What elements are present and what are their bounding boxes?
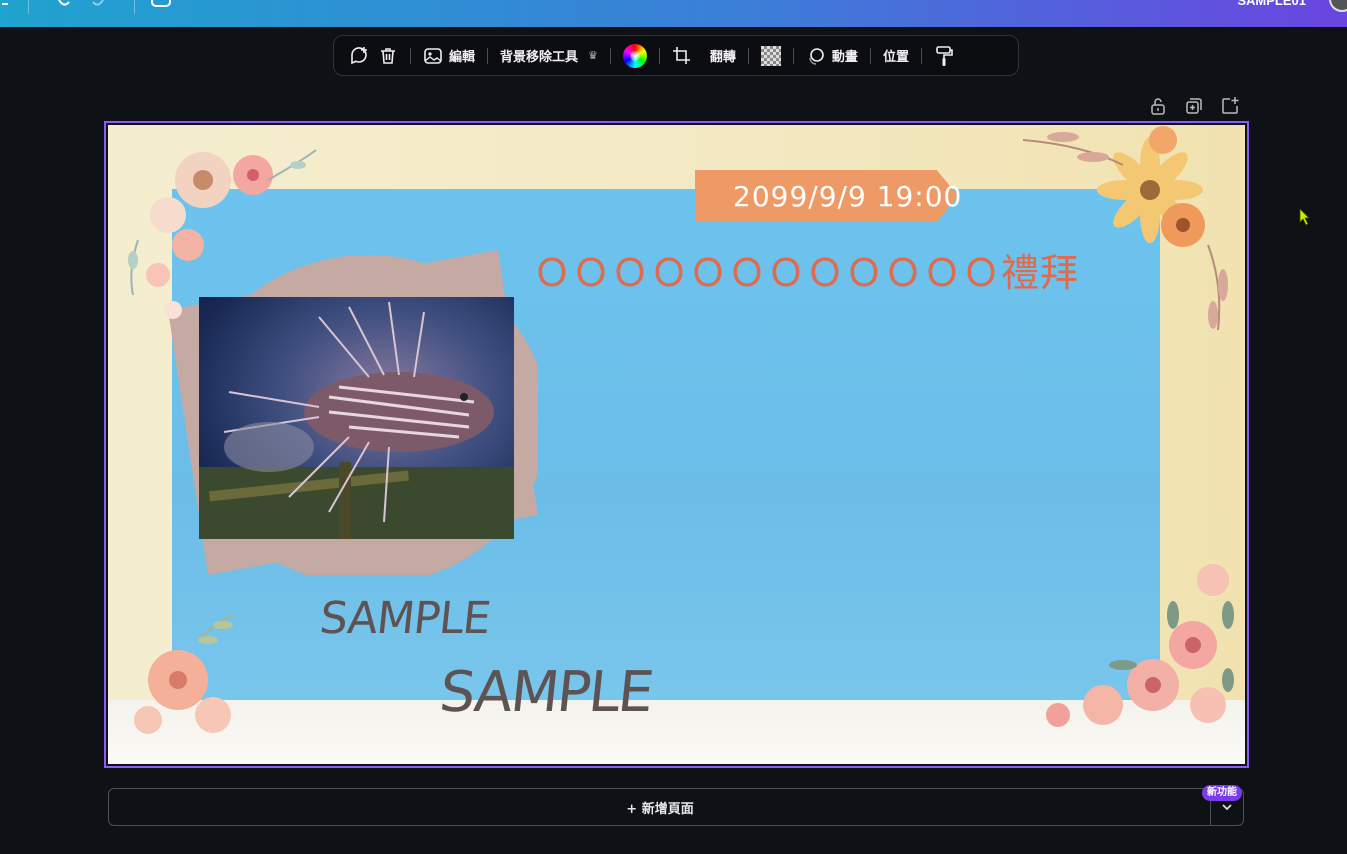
date-text[interactable]: 2099/9/9 19:00 (733, 180, 962, 213)
comment-add-icon (351, 46, 367, 64)
background-remover-label: 背景移除工具 (500, 50, 579, 65)
color-wheel-icon (622, 43, 647, 68)
position-button[interactable]: 位置 (879, 41, 913, 71)
divider (134, 0, 135, 14)
edit-label: 編輯 (449, 50, 476, 65)
image-edit-icon (424, 47, 442, 64)
page-actions (1148, 96, 1240, 116)
element-toolbar: 編輯 背景移除工具 ♛ 翻轉 動畫 位置 (333, 35, 1019, 76)
paint-roller-icon (936, 45, 953, 66)
duplicate-page-icon[interactable] (1184, 96, 1204, 116)
chevron-down-icon (1222, 804, 1232, 811)
flower-decoration-bottom-left[interactable] (118, 610, 248, 750)
new-feature-badge: 新功能 (1202, 785, 1242, 801)
menu-icon[interactable] (2, 0, 10, 8)
copy-style-button[interactable] (930, 41, 958, 71)
sample-text-1[interactable]: SAMPLE (317, 593, 492, 644)
flip-button[interactable]: 翻轉 (696, 41, 740, 71)
color-button[interactable] (619, 41, 651, 71)
edit-button[interactable]: 編輯 (419, 41, 479, 71)
position-label: 位置 (882, 50, 909, 65)
divider (747, 47, 749, 64)
crop-button[interactable] (668, 41, 696, 71)
add-page-icon[interactable] (1220, 96, 1240, 116)
animate-button[interactable]: 動畫 (802, 41, 862, 71)
flip-label: 翻轉 (709, 50, 736, 65)
user-name[interactable]: SAMPLE01 (1237, 0, 1306, 8)
divider (920, 47, 922, 64)
animate-label: 動畫 (831, 50, 858, 65)
design-canvas[interactable]: 2099/9/9 19:00 ＯＯＯＯＯＯＯＯＯＯＯＯ禮拜 SAMPLE SAM… (108, 125, 1245, 764)
divider (487, 47, 489, 64)
save-icon[interactable] (150, 0, 172, 8)
crop-icon (672, 46, 690, 64)
divider (869, 47, 871, 64)
event-title[interactable]: ＯＯＯＯＯＯＯＯＯＯＯＯ禮拜 (533, 242, 1079, 297)
trash-icon (381, 47, 395, 64)
animation-icon (809, 47, 824, 65)
divider (658, 47, 660, 64)
sample-text-2[interactable]: SAMPLE (437, 660, 655, 725)
background-remover-button[interactable]: 背景移除工具 ♛ (496, 41, 602, 71)
flower-decoration-bottom-right[interactable] (1033, 555, 1245, 750)
divider (410, 47, 411, 64)
lock-icon[interactable] (1148, 96, 1168, 116)
divider (28, 0, 29, 14)
crown-icon: ♛ (588, 49, 598, 62)
top-bar: SAMPLE01 (0, 0, 1347, 27)
flower-decoration-top-left[interactable] (118, 140, 318, 350)
transparency-button[interactable] (757, 41, 785, 71)
transparency-icon (760, 45, 781, 66)
avatar[interactable] (1329, 0, 1347, 12)
undo-icon[interactable] (58, 0, 70, 8)
divider (609, 47, 611, 64)
divider (792, 47, 794, 64)
mouse-cursor-icon (1299, 208, 1310, 226)
redo-icon[interactable] (92, 0, 104, 8)
add-page-bar: + 新增頁面 (108, 788, 1244, 826)
add-page-button[interactable]: + 新增頁面 (109, 789, 1211, 825)
comment-add-button[interactable] (344, 41, 374, 71)
delete-button[interactable] (374, 41, 402, 71)
flower-decoration-top-right[interactable] (1023, 125, 1245, 340)
